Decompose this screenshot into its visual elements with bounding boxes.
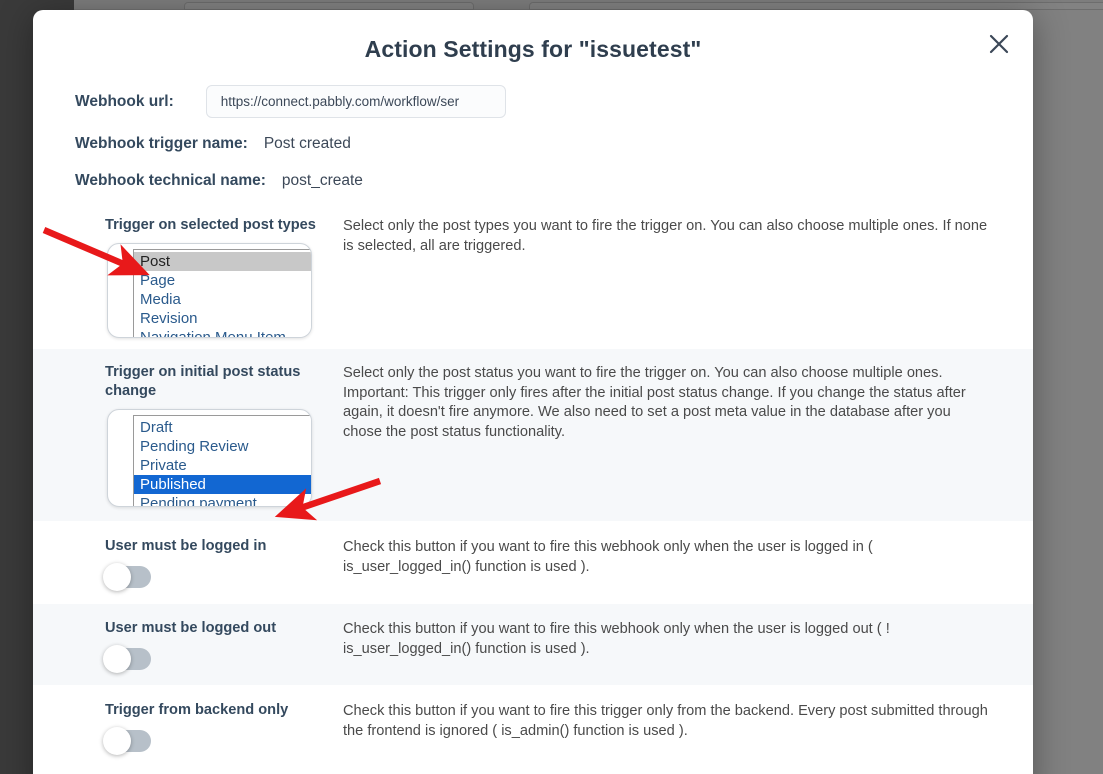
user-logged-in-toggle[interactable] bbox=[103, 563, 151, 591]
webhook-trigger-name-row: Webhook trigger name: Post created bbox=[75, 133, 991, 155]
section-trigger-post-types: Trigger on selected post types Post Page… bbox=[33, 207, 1033, 348]
post-types-listbox[interactable]: Post Page Media Revision Navigation Menu… bbox=[133, 249, 311, 337]
listbox-option[interactable]: Draft bbox=[134, 418, 311, 437]
webhook-url-row: Webhook url: https://connect.pabbly.com/… bbox=[75, 85, 991, 118]
webhook-trigger-name-label: Webhook trigger name: bbox=[75, 135, 248, 152]
webhook-technical-name-value: post_create bbox=[281, 172, 363, 189]
webhook-technical-name-row: Webhook technical name: post_create bbox=[75, 170, 991, 192]
listbox-option[interactable]: Page bbox=[134, 271, 311, 290]
section-left: Trigger on initial post status change Dr… bbox=[105, 363, 343, 507]
section-description: Check this button if you want to fire th… bbox=[343, 703, 988, 739]
section-title: Trigger on selected post types bbox=[105, 217, 316, 233]
section-title: Trigger from backend only bbox=[105, 702, 289, 718]
webhook-url-field[interactable]: https://connect.pabbly.com/workflow/ser bbox=[205, 85, 506, 118]
page-title: Action Settings for "issuetest" bbox=[364, 36, 702, 62]
post-types-select[interactable]: Post Page Media Revision Navigation Menu… bbox=[107, 243, 312, 338]
section-backend-only: Trigger from backend only Check this but… bbox=[33, 685, 1033, 767]
section-left: User must be logged in bbox=[103, 537, 343, 591]
user-logged-out-toggle[interactable] bbox=[103, 645, 151, 673]
toggle-knob bbox=[103, 563, 131, 591]
section-trigger-post-status: Trigger on initial post status change Dr… bbox=[33, 348, 1033, 521]
section-description: Check this button if you want to fire th… bbox=[343, 539, 873, 575]
webhook-meta: Webhook url: https://connect.pabbly.com/… bbox=[33, 85, 1033, 192]
section-description: Check this button if you want to fire th… bbox=[343, 621, 890, 657]
section-description: Select only the post status you want to … bbox=[343, 365, 966, 440]
section-user-logged-out: User must be logged out Check this butto… bbox=[33, 603, 1033, 685]
backend-only-toggle[interactable] bbox=[103, 727, 151, 755]
post-status-select[interactable]: Draft Pending Review Private Published P… bbox=[107, 409, 312, 507]
section-left: Trigger on selected post types Post Page… bbox=[105, 216, 343, 338]
section-title: Trigger on initial post status change bbox=[105, 364, 301, 399]
webhook-url-label: Webhook url: bbox=[75, 92, 174, 110]
section-description: Select only the post types you want to f… bbox=[343, 218, 988, 254]
toggle-knob bbox=[103, 727, 131, 755]
webhook-trigger-name-value: Post created bbox=[263, 135, 351, 152]
toggle-knob bbox=[103, 645, 131, 673]
listbox-option[interactable]: Navigation Menu Item bbox=[134, 328, 311, 337]
section-left: User must be logged out bbox=[103, 619, 343, 673]
section-left: Trigger from backend only bbox=[103, 701, 343, 755]
listbox-option[interactable]: Revision bbox=[134, 309, 311, 328]
webhook-technical-name-label: Webhook technical name: bbox=[75, 172, 266, 189]
listbox-option[interactable]: Pending Review bbox=[134, 437, 311, 456]
section-title: User must be logged in bbox=[105, 538, 267, 554]
action-settings-modal: Action Settings for "issuetest" Webhook … bbox=[33, 10, 1033, 774]
listbox-option[interactable]: Pending payment bbox=[134, 494, 311, 506]
listbox-option[interactable]: Private bbox=[134, 456, 311, 475]
section-title: User must be logged out bbox=[105, 620, 277, 636]
post-status-listbox[interactable]: Draft Pending Review Private Published P… bbox=[133, 415, 311, 506]
listbox-option-selected[interactable]: Published bbox=[134, 475, 311, 494]
listbox-option[interactable]: Post bbox=[134, 252, 311, 271]
close-icon[interactable] bbox=[977, 22, 1021, 66]
section-user-logged-in: User must be logged in Check this button… bbox=[33, 521, 1033, 603]
listbox-option[interactable]: Media bbox=[134, 290, 311, 309]
